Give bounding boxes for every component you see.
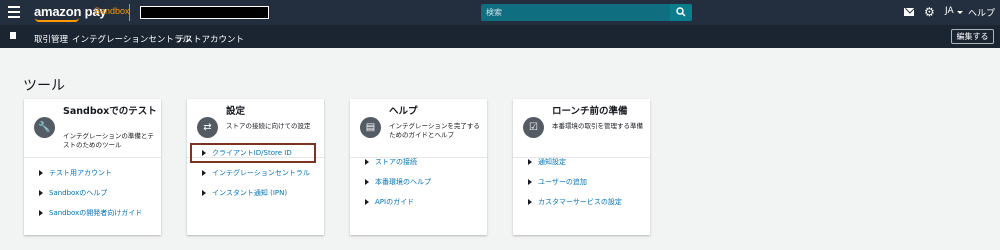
mail-icon[interactable] [904, 8, 914, 16]
card-description: ストアの接続に向けての設定 [226, 122, 311, 130]
link-add-user[interactable]: ユーザーの追加 [528, 177, 587, 187]
top-navigation-bar: amazon pay Sandbox 検索 ⚙ JA ヘルプ [0, 0, 1000, 25]
card-help: ▤ ヘルプ インテグレーションを完了するためのガイドとヘルプ ストアの接続 本番… [350, 99, 487, 235]
document-icon: ▤ [360, 117, 381, 138]
logo-smile-icon [35, 18, 79, 22]
chevron-down-icon [957, 11, 963, 14]
caret-right-icon [528, 199, 532, 205]
link-instant-notification[interactable]: インスタント通知 (IPN) [202, 188, 287, 198]
redacted-merchant-name[interactable] [140, 6, 269, 19]
highlight-box [190, 143, 316, 163]
subnav-item-integration[interactable]: インテグレーションセントラル [72, 33, 191, 45]
link-notification-settings[interactable]: 通知設定 [528, 157, 566, 167]
link-customer-service-settings[interactable]: カスタマーサービスの設定 [528, 197, 622, 207]
link-production-help[interactable]: 本番環境のヘルプ [365, 177, 431, 187]
caret-right-icon [39, 190, 43, 196]
caret-right-icon [528, 179, 532, 185]
subnav-item-transactions[interactable]: 取引管理 [34, 33, 68, 45]
card-settings: ⇄ 設定 ストアの接続に向けての設定 クライアントID/Store ID インテ… [187, 99, 324, 235]
page-title: ツール [23, 78, 65, 94]
header-help-link[interactable]: ヘルプ [968, 6, 995, 19]
card-description: インテグレーションの準備とテストのためのツール [63, 132, 154, 149]
bookmark-icon[interactable] [10, 32, 16, 39]
caret-right-icon [365, 199, 369, 205]
caret-right-icon [528, 159, 532, 165]
card-description: 本番環境の取引を管理する準備 [552, 122, 643, 130]
link-api-guide[interactable]: APIのガイド [365, 197, 414, 207]
link-integration-central[interactable]: インテグレーションセントラル [202, 168, 310, 178]
link-test-account[interactable]: テスト用アカウント [39, 168, 112, 178]
caret-right-icon [202, 190, 206, 196]
wrench-icon: 🔧 [34, 117, 55, 138]
caret-right-icon [39, 170, 43, 176]
card-header: 🔧 Sandboxでのテスト インテグレーションの準備とテストのためのツール [24, 99, 161, 158]
search-button[interactable] [670, 4, 692, 21]
link-sandbox-help[interactable]: Sandboxのヘルプ [39, 188, 107, 198]
hamburger-menu-icon[interactable] [8, 6, 20, 18]
environment-label: Sandbox [94, 6, 130, 16]
card-title: 設定 [226, 106, 246, 117]
caret-right-icon [365, 159, 369, 165]
subnav-item-test-account[interactable]: テストアカウント [176, 33, 244, 45]
arrows-icon: ⇄ [197, 117, 218, 138]
caret-right-icon [365, 179, 369, 185]
caret-right-icon [39, 210, 43, 216]
card-title: ローンチ前の準備 [552, 106, 628, 117]
card-description: インテグレーションを完了するためのガイドとヘルプ [389, 122, 480, 139]
language-selector[interactable]: JA [945, 6, 954, 16]
link-store-connection[interactable]: ストアの接続 [365, 157, 417, 167]
card-title: ヘルプ [389, 106, 418, 117]
link-sandbox-dev-guide[interactable]: Sandboxの開発者向けガイド [39, 208, 142, 218]
header-divider [129, 4, 130, 21]
search-input[interactable]: 検索 [481, 4, 670, 21]
gear-icon[interactable]: ⚙ [924, 6, 935, 18]
card-prelaunch: ☑ ローンチ前の準備 本番環境の取引を管理する準備 通知設定 ユーザーの追加 カ… [513, 99, 650, 235]
edit-button[interactable]: 編集する [951, 29, 994, 44]
card-header: ☑ ローンチ前の準備 本番環境の取引を管理する準備 [513, 99, 650, 158]
card-header: ▤ ヘルプ インテグレーションを完了するためのガイドとヘルプ [350, 99, 487, 158]
checklist-icon: ☑ [523, 117, 544, 138]
search-icon [676, 7, 686, 17]
card-sandbox-testing: 🔧 Sandboxでのテスト インテグレーションの準備とテストのためのツール テ… [24, 99, 161, 235]
caret-right-icon [202, 170, 206, 176]
card-title: Sandboxでのテスト [63, 106, 157, 117]
